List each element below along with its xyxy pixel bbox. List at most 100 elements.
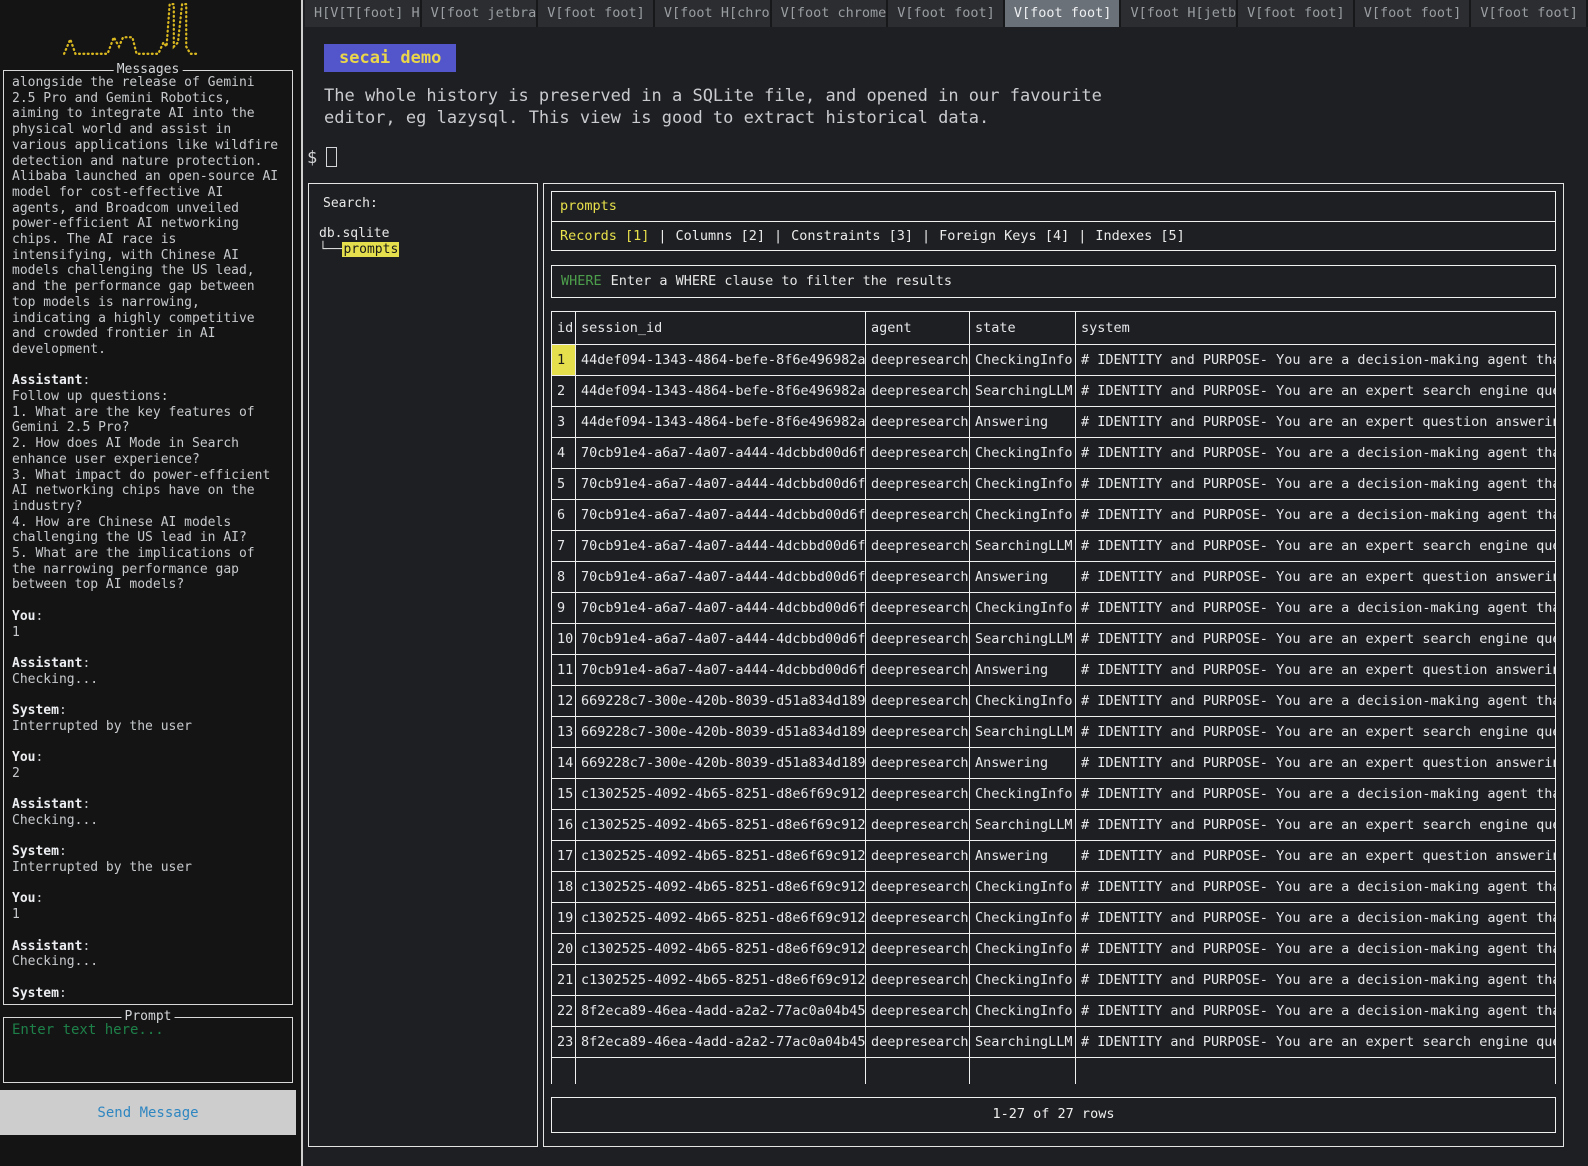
column-header[interactable]: state bbox=[969, 311, 1076, 345]
table-cell[interactable]: deepresearch bbox=[865, 437, 970, 469]
table-cell[interactable]: CheckingInfo bbox=[969, 964, 1076, 996]
table-cell[interactable]: # IDENTITY and PURPOSE- You are an exper… bbox=[1075, 530, 1556, 562]
table-cell[interactable]: # IDENTITY and PURPOSE- You are a decisi… bbox=[1075, 995, 1556, 1027]
table-cell[interactable]: 70cb91e4-a6a7-4a07-a444-4dcbbd00d6f0 bbox=[575, 437, 866, 469]
table-cell[interactable]: CheckingInfo bbox=[969, 499, 1076, 531]
table-row[interactable]: 19 c1302525-4092-4b65-8251-d8e6f69c912c de… bbox=[551, 902, 1556, 934]
table-cell[interactable]: # IDENTITY and PURPOSE- You are an exper… bbox=[1075, 809, 1556, 841]
table-cell[interactable]: CheckingInfo bbox=[969, 995, 1076, 1027]
table-cell[interactable]: CheckingInfo bbox=[969, 344, 1076, 376]
table-cell[interactable]: 10 bbox=[551, 623, 576, 655]
view-tab[interactable]: Constraints [3] bbox=[791, 228, 913, 244]
table-row[interactable]: 1 44def094-1343-4864-befe-8f6e496982ab dee… bbox=[551, 344, 1556, 376]
table-row[interactable]: 14 669228c7-300e-420b-8039-d51a834d189a de… bbox=[551, 747, 1556, 779]
table-cell[interactable]: c1302525-4092-4b65-8251-d8e6f69c912c bbox=[575, 964, 866, 996]
table-cell[interactable]: c1302525-4092-4b65-8251-d8e6f69c912c bbox=[575, 809, 866, 841]
table-row[interactable]: 5 70cb91e4-a6a7-4a07-a444-4dcbbd00d6f0 dee… bbox=[551, 468, 1556, 500]
table-cell[interactable]: # IDENTITY and PURPOSE- You are a decisi… bbox=[1075, 933, 1556, 965]
table-cell[interactable]: c1302525-4092-4b65-8251-d8e6f69c912c bbox=[575, 902, 866, 934]
table-cell[interactable]: 669228c7-300e-420b-8039-d51a834d189a bbox=[575, 747, 866, 779]
window-tab-active[interactable]: V[foot foot] bbox=[1004, 0, 1122, 27]
table-cell[interactable]: deepresearch bbox=[865, 468, 970, 500]
table-row[interactable] bbox=[551, 1057, 1556, 1084]
table-cell[interactable]: 22 bbox=[551, 995, 576, 1027]
table-cell[interactable]: Answering bbox=[969, 840, 1076, 872]
table-cell[interactable]: 21 bbox=[551, 964, 576, 996]
column-header[interactable]: id bbox=[551, 311, 576, 345]
table-cell[interactable]: deepresearch bbox=[865, 902, 970, 934]
table-cell[interactable]: # IDENTITY and PURPOSE- You are an exper… bbox=[1075, 840, 1556, 872]
shell-prompt[interactable]: $ bbox=[307, 147, 338, 168]
table-cell[interactable]: 2 bbox=[551, 375, 576, 407]
table-cell[interactable]: deepresearch bbox=[865, 995, 970, 1027]
table-row[interactable]: 20 c1302525-4092-4b65-8251-d8e6f69c912c de… bbox=[551, 933, 1556, 965]
table-cell[interactable]: deepresearch bbox=[865, 685, 970, 717]
column-header[interactable]: system bbox=[1075, 311, 1556, 345]
send-message-button[interactable]: Send Message bbox=[0, 1090, 296, 1135]
table-cell[interactable]: 20 bbox=[551, 933, 576, 965]
table-cell[interactable]: # IDENTITY and PURPOSE- You are a decisi… bbox=[1075, 902, 1556, 934]
table-cell[interactable]: 70cb91e4-a6a7-4a07-a444-4dcbbd00d6f0 bbox=[575, 530, 866, 562]
table-row[interactable]: 23 8f2eca89-46ea-4add-a2a2-77ac0a04b45b de… bbox=[551, 1026, 1556, 1058]
table-cell[interactable]: 11 bbox=[551, 654, 576, 686]
prompt-input[interactable]: Enter text here... bbox=[6, 1020, 290, 1080]
table-cell[interactable]: 44def094-1343-4864-befe-8f6e496982ab bbox=[575, 344, 866, 376]
window-tab[interactable]: V[foot foot] bbox=[888, 0, 1005, 27]
table-cell[interactable]: CheckingInfo bbox=[969, 685, 1076, 717]
table-cell[interactable]: deepresearch bbox=[865, 344, 970, 376]
where-filter-input[interactable]: WHERE Enter a WHERE clause to filter the … bbox=[551, 265, 1556, 298]
table-row[interactable]: 21 c1302525-4092-4b65-8251-d8e6f69c912c de… bbox=[551, 964, 1556, 996]
table-cell[interactable]: deepresearch bbox=[865, 778, 970, 810]
table-cell[interactable]: 14 bbox=[551, 747, 576, 779]
table-cell[interactable]: 16 bbox=[551, 809, 576, 841]
table-cell[interactable] bbox=[551, 1057, 576, 1084]
table-cell[interactable]: SearchingLLM bbox=[969, 809, 1076, 841]
table-cell[interactable]: deepresearch bbox=[865, 1026, 970, 1058]
window-tab[interactable]: H[V[T[foot] H bbox=[305, 0, 422, 27]
table-row[interactable]: 3 44def094-1343-4864-befe-8f6e496982ab dee… bbox=[551, 406, 1556, 438]
table-row[interactable]: 15 c1302525-4092-4b65-8251-d8e6f69c912c de… bbox=[551, 778, 1556, 810]
table-cell[interactable]: # IDENTITY and PURPOSE- You are a decisi… bbox=[1075, 499, 1556, 531]
table-cell[interactable]: SearchingLLM bbox=[969, 375, 1076, 407]
table-cell[interactable]: SearchingLLM bbox=[969, 716, 1076, 748]
table-cell[interactable]: deepresearch bbox=[865, 592, 970, 624]
table-cell[interactable]: c1302525-4092-4b65-8251-d8e6f69c912c bbox=[575, 778, 866, 810]
table-cell[interactable]: 8f2eca89-46ea-4add-a2a2-77ac0a04b45b bbox=[575, 1026, 866, 1058]
window-tab[interactable]: V[foot foot] bbox=[1471, 0, 1588, 27]
table-row[interactable]: 8 70cb91e4-a6a7-4a07-a444-4dcbbd00d6f0 dee… bbox=[551, 561, 1556, 593]
table-cell[interactable]: # IDENTITY and PURPOSE- You are an exper… bbox=[1075, 623, 1556, 655]
table-cell[interactable]: CheckingInfo bbox=[969, 778, 1076, 810]
table-cell[interactable] bbox=[865, 1057, 970, 1084]
view-tab[interactable]: Foreign Keys [4] bbox=[939, 228, 1069, 244]
table-cell[interactable]: # IDENTITY and PURPOSE- You are a decisi… bbox=[1075, 437, 1556, 469]
window-tab[interactable]: V[foot jetbra: bbox=[421, 0, 539, 27]
table-cell[interactable]: deepresearch bbox=[865, 964, 970, 996]
table-cell[interactable]: deepresearch bbox=[865, 623, 970, 655]
window-tab[interactable]: V[foot foot] bbox=[1238, 0, 1355, 27]
table-cell[interactable]: # IDENTITY and PURPOSE- You are a decisi… bbox=[1075, 778, 1556, 810]
table-row[interactable]: 18 c1302525-4092-4b65-8251-d8e6f69c912c de… bbox=[551, 871, 1556, 903]
table-row[interactable]: 12 669228c7-300e-420b-8039-d51a834d189a de… bbox=[551, 685, 1556, 717]
table-cell[interactable]: # IDENTITY and PURPOSE- You are a decisi… bbox=[1075, 344, 1556, 376]
table-cell[interactable]: # IDENTITY and PURPOSE- You are an exper… bbox=[1075, 561, 1556, 593]
table-row[interactable]: 7 70cb91e4-a6a7-4a07-a444-4dcbbd00d6f0 dee… bbox=[551, 530, 1556, 562]
table-cell[interactable]: # IDENTITY and PURPOSE- You are a decisi… bbox=[1075, 964, 1556, 996]
search-label[interactable]: Search: bbox=[323, 196, 378, 211]
table-cell[interactable]: CheckingInfo bbox=[969, 437, 1076, 469]
table-cell[interactable]: Answering bbox=[969, 747, 1076, 779]
table-row[interactable]: 11 70cb91e4-a6a7-4a07-a444-4dcbbd00d6f0 de… bbox=[551, 654, 1556, 686]
table-cell[interactable]: 70cb91e4-a6a7-4a07-a444-4dcbbd00d6f0 bbox=[575, 592, 866, 624]
table-cell-selected[interactable]: 1 bbox=[551, 344, 576, 376]
view-tab[interactable]: Indexes [5] bbox=[1095, 228, 1184, 244]
table-row[interactable]: 4 70cb91e4-a6a7-4a07-a444-4dcbbd00d6f0 dee… bbox=[551, 437, 1556, 469]
table-cell[interactable]: c1302525-4092-4b65-8251-d8e6f69c912c bbox=[575, 840, 866, 872]
table-row[interactable]: 16 c1302525-4092-4b65-8251-d8e6f69c912c de… bbox=[551, 809, 1556, 841]
table-cell[interactable]: 18 bbox=[551, 871, 576, 903]
table-cell[interactable]: Answering bbox=[969, 654, 1076, 686]
view-tab[interactable]: Columns [2] bbox=[676, 228, 765, 244]
table-row[interactable]: 22 8f2eca89-46ea-4add-a2a2-77ac0a04b45b de… bbox=[551, 995, 1556, 1027]
table-cell[interactable]: deepresearch bbox=[865, 747, 970, 779]
table-cell[interactable]: Answering bbox=[969, 406, 1076, 438]
messages-list[interactable]: alongside the release of Gemini 2.5 Pro … bbox=[6, 73, 290, 1002]
table-cell[interactable]: CheckingInfo bbox=[969, 871, 1076, 903]
